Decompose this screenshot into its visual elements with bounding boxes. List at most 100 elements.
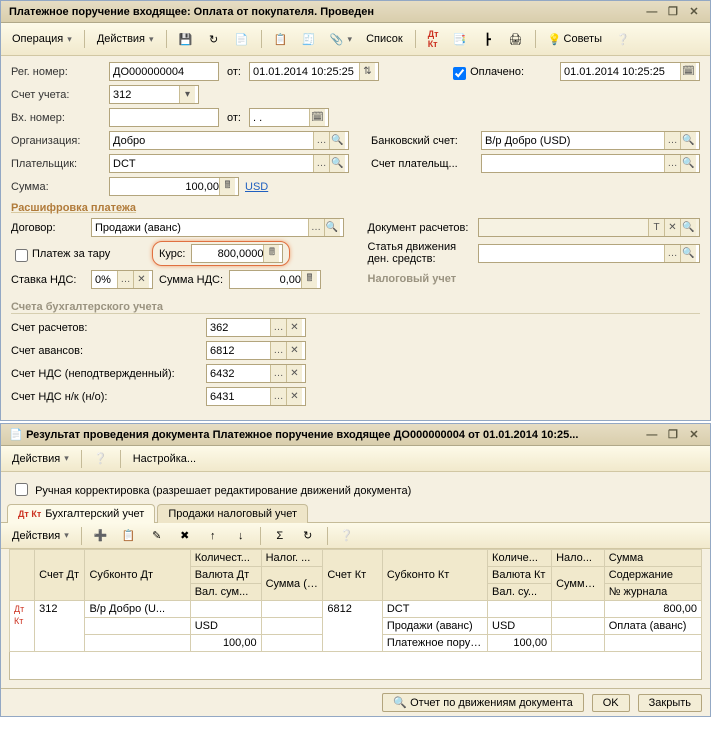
select-icon[interactable]: … <box>664 132 680 149</box>
col-sum-nu-kt[interactable]: Сумма (н/у) Кт <box>552 567 605 601</box>
select-icon[interactable]: … <box>664 245 680 262</box>
rate-field[interactable]: 800,0000🖩 <box>191 244 283 263</box>
sum-button[interactable]: Σ <box>268 527 292 545</box>
based-on-button[interactable]: 🧾 <box>297 30 321 49</box>
print-button[interactable]: 🖨 <box>504 30 528 49</box>
based-on-dropdown[interactable]: 📎 <box>325 30 358 49</box>
col-tax2[interactable]: Нало... <box>552 550 605 567</box>
settings-button[interactable]: Настройка... <box>128 450 201 468</box>
select-icon[interactable]: … <box>270 319 286 336</box>
contract-field[interactable]: Продажи (аванс)…🔍 <box>91 218 344 237</box>
select-icon[interactable]: … <box>313 132 329 149</box>
doc-calc-field[interactable]: T✕🔍 <box>478 218 701 237</box>
close-button[interactable]: ✕ <box>686 428 702 441</box>
paid-checkbox[interactable] <box>453 67 466 80</box>
operation-menu[interactable]: Операция <box>7 30 77 48</box>
post-button[interactable]: 📄 <box>230 30 254 49</box>
select-icon[interactable]: … <box>117 271 133 288</box>
open-icon[interactable]: 🔍 <box>324 219 340 236</box>
dropdown-icon[interactable]: ▾ <box>179 86 195 103</box>
open-icon[interactable]: 🔍 <box>680 219 696 236</box>
copy-button[interactable]: 📋 <box>269 30 293 49</box>
acc-vat-nk-field[interactable]: 6431…✕ <box>206 387 306 406</box>
col-sub-dt[interactable]: Субконто Дт <box>85 550 190 601</box>
org-field[interactable]: Добро…🔍 <box>109 131 349 150</box>
move-up-button[interactable]: ↑ <box>201 527 225 545</box>
maximize-button[interactable]: ❐ <box>665 428 681 441</box>
col-acc-kt[interactable]: Счет Кт <box>323 550 382 601</box>
list-button[interactable]: Список <box>361 30 408 48</box>
calc-icon[interactable]: 🖩 <box>219 178 235 195</box>
copy-row-button[interactable]: 📋 <box>117 526 141 545</box>
open-icon[interactable]: 🔍 <box>680 132 696 149</box>
tara-checkbox[interactable] <box>15 249 28 262</box>
col-valsum-dt[interactable]: Вал. сум... <box>190 584 261 601</box>
select-icon[interactable]: … <box>270 342 286 359</box>
spinner-icon[interactable]: ⇅ <box>359 63 375 80</box>
edit-row-button[interactable]: ✎ <box>145 526 169 545</box>
vat-sum-field[interactable]: 0,00🖩 <box>229 270 321 289</box>
bank-acc-field[interactable]: В/р Добро (USD)…🔍 <box>481 131 700 150</box>
paid-date-field[interactable]: 01.01.2014 10:25:25🗓 <box>560 62 700 81</box>
text-icon[interactable]: T <box>648 219 664 236</box>
select-icon[interactable]: … <box>308 219 324 236</box>
minimize-button[interactable]: — <box>644 429 660 441</box>
col-valsum-kt[interactable]: Вал. су... <box>488 584 552 601</box>
date-field[interactable]: 01.01.2014 10:25:25⇅ <box>249 62 379 81</box>
reg-number-field[interactable]: ДО000000004 <box>109 62 219 81</box>
select-icon[interactable]: … <box>313 155 329 172</box>
col-tax[interactable]: Налог. ... <box>261 550 323 567</box>
open-icon[interactable]: 🔍 <box>680 155 696 172</box>
col-cur-dt[interactable]: Валюта Дт <box>190 567 261 584</box>
col-qty[interactable]: Количест... <box>190 550 261 567</box>
vat-rate-field[interactable]: 0%…✕ <box>91 270 153 289</box>
select-icon[interactable]: … <box>270 388 286 405</box>
help-button[interactable]: ❔ <box>89 449 113 468</box>
clear-icon[interactable]: ✕ <box>133 271 149 288</box>
select-icon[interactable]: … <box>270 365 286 382</box>
col-sum[interactable]: Сумма <box>604 550 701 567</box>
clear-icon[interactable]: ✕ <box>664 219 680 236</box>
manual-edit-checkbox[interactable] <box>15 483 28 496</box>
sum-field[interactable]: 100,00🖩 <box>109 177 239 196</box>
report-button[interactable]: 📑 <box>448 30 472 49</box>
tips-button[interactable]: 💡Советы <box>543 30 607 49</box>
col-cur-kt[interactable]: Валюта Кт <box>488 567 552 584</box>
ok-button[interactable]: OK <box>592 694 630 712</box>
refresh-grid-button[interactable]: ↻ <box>296 526 320 545</box>
close-button[interactable]: ✕ <box>686 5 702 18</box>
calendar-icon[interactable]: 🗓 <box>680 63 696 80</box>
calc-icon[interactable]: 🖩 <box>263 245 279 262</box>
select-icon[interactable]: … <box>664 155 680 172</box>
refresh-button[interactable]: ↻ <box>202 30 226 49</box>
open-icon[interactable]: 🔍 <box>680 245 696 262</box>
help-button[interactable]: ❔ <box>611 30 635 49</box>
acc-vat-unc-field[interactable]: 6432…✕ <box>206 364 306 383</box>
save-button[interactable]: 💾 <box>174 30 198 49</box>
grid-help-button[interactable]: ❔ <box>335 526 359 545</box>
maximize-button[interactable]: ❐ <box>665 5 681 18</box>
close-button[interactable]: Закрыть <box>638 694 702 712</box>
tab-accounting[interactable]: Дт КтБухгалтерский учет <box>7 504 155 523</box>
clear-icon[interactable]: ✕ <box>286 388 302 405</box>
tab-tax-sales[interactable]: Продажи налоговый учет <box>157 504 308 523</box>
calc-icon[interactable]: 🖩 <box>301 271 317 288</box>
col-sub-kt[interactable]: Субконто Кт <box>382 550 487 601</box>
move-down-button[interactable]: ↓ <box>229 527 253 545</box>
actions-menu[interactable]: Действия <box>92 30 159 48</box>
clear-icon[interactable]: ✕ <box>286 342 302 359</box>
col-content[interactable]: Содержание <box>604 567 701 584</box>
calendar-icon[interactable]: 🗓 <box>309 109 325 126</box>
clear-icon[interactable]: ✕ <box>286 365 302 382</box>
acc-advance-field[interactable]: 6812…✕ <box>206 341 306 360</box>
payer-acc-field[interactable]: …🔍 <box>481 154 700 173</box>
table-row[interactable]: ДтКт 312 В/р Добро (U... 6812 DCT 800,00 <box>10 601 702 618</box>
open-icon[interactable]: 🔍 <box>329 132 345 149</box>
movements-report-button[interactable]: 🔍 Отчет по движениям документа <box>382 693 584 712</box>
col-acc-dt[interactable]: Счет Дт <box>35 550 85 601</box>
move-article-field[interactable]: …🔍 <box>478 244 701 263</box>
delete-row-button[interactable]: ✖ <box>173 526 197 545</box>
acc-calc-field[interactable]: 362…✕ <box>206 318 306 337</box>
minimize-button[interactable]: — <box>644 6 660 18</box>
col-sum-nu-dt[interactable]: Сумма (н/у) Дт <box>261 567 323 601</box>
